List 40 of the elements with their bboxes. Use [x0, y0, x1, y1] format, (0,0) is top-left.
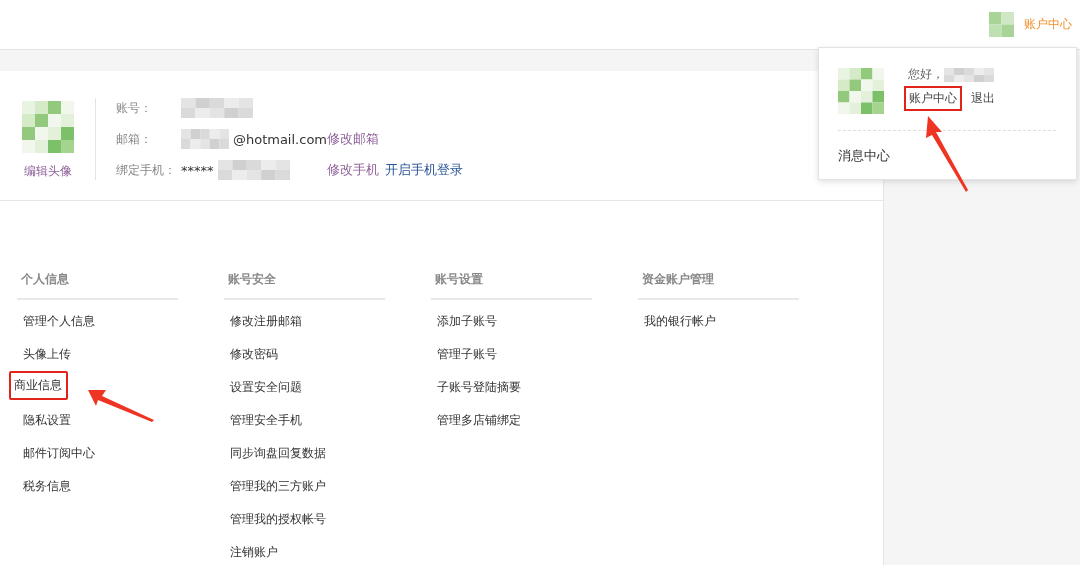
menu-link[interactable]: 注销账户: [225, 540, 283, 565]
menu-link[interactable]: 管理多店铺绑定: [432, 408, 526, 433]
redacted-block: [181, 129, 229, 149]
field-value: @hotmail.com: [232, 131, 327, 147]
redacted-block: [944, 67, 994, 82]
field-label: 账号：: [116, 99, 153, 117]
menu-link[interactable]: 商业信息: [9, 371, 68, 400]
menu-link[interactable]: 头像上传: [18, 342, 76, 367]
edit-avatar-link[interactable]: 编辑头像: [23, 163, 72, 180]
menu-heading: 账号设置: [431, 271, 592, 300]
field-value: *****: [181, 162, 214, 178]
field-label: 绑定手机：: [116, 161, 177, 179]
edit-link[interactable]: 修改手机: [327, 161, 379, 179]
message-center-link[interactable]: 消息中心: [838, 147, 890, 165]
redacted-block: [181, 98, 253, 118]
menu-link[interactable]: 税务信息: [18, 474, 76, 499]
menu-link[interactable]: 同步询盘回复数据: [225, 441, 331, 466]
menu-link[interactable]: 添加子账号: [432, 309, 502, 334]
edit-link[interactable]: 修改邮箱: [327, 130, 379, 148]
menu-heading: 资金账户管理: [638, 271, 799, 300]
dropdown-link[interactable]: 账户中心: [904, 86, 962, 111]
menu-link[interactable]: 隐私设置: [18, 408, 76, 433]
menu-link[interactable]: 修改密码: [225, 342, 283, 367]
menu-link[interactable]: 管理个人信息: [18, 309, 100, 334]
menu-link[interactable]: 子账号登陆摘要: [432, 375, 526, 400]
menu-link[interactable]: 设置安全问题: [225, 375, 307, 400]
menu-link[interactable]: 修改注册邮箱: [225, 309, 307, 334]
menu-link[interactable]: 管理我的三方账户: [225, 474, 331, 499]
menu-link[interactable]: 管理子账号: [432, 342, 502, 367]
menu-link[interactable]: 我的银行帐户: [639, 309, 721, 334]
field-label: 邮箱：: [116, 130, 153, 148]
menu-link[interactable]: 管理我的授权帐号: [225, 507, 331, 532]
arrow: [88, 390, 154, 422]
menu-heading: 个人信息: [17, 271, 178, 300]
menu-link[interactable]: 管理安全手机: [225, 408, 307, 433]
menu-link[interactable]: 邮件订阅中心: [18, 441, 100, 466]
dropdown-link[interactable]: 退出: [966, 86, 1000, 111]
menu-heading: 账号安全: [224, 271, 385, 300]
greeting: 您好，: [908, 66, 944, 83]
action-link[interactable]: 开启手机登录: [385, 161, 463, 179]
